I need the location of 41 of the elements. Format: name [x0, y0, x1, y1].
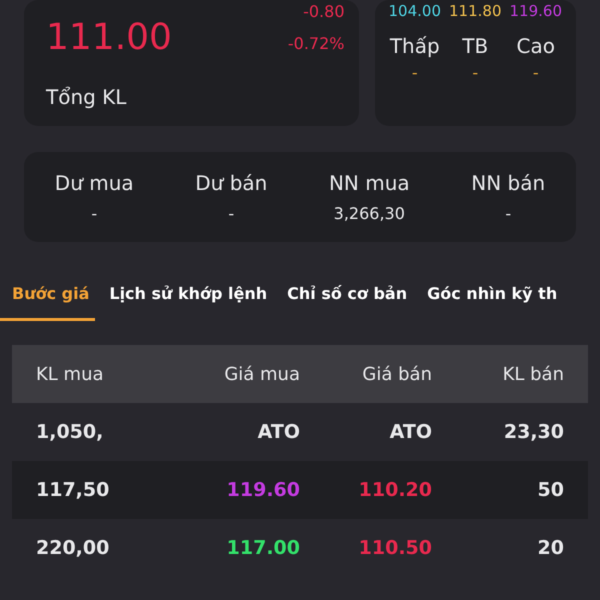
range-label: Cao: [516, 32, 555, 60]
range-value: 104.00: [388, 1, 442, 22]
summary-value: 3,266,30: [334, 203, 405, 225]
range-label: Thấp: [390, 32, 440, 60]
tab[interactable]: Chỉ số cơ bản: [281, 272, 414, 321]
column-header: Giá bán: [361, 362, 432, 386]
tab[interactable]: Bước giá: [0, 272, 96, 321]
range-value: 119.60: [508, 1, 563, 22]
column-header: KL mua: [36, 362, 105, 386]
table-cell-text: 220,00: [36, 536, 110, 561]
summary-value: -: [505, 203, 512, 225]
table-cell-text: 1,050,: [36, 420, 104, 445]
table-cell-text: 23,30: [502, 420, 564, 445]
tab[interactable]: Lịch sử khớp lệnh: [103, 272, 274, 321]
column-header: KL bán: [502, 362, 564, 386]
summary-label: Dư bán: [195, 170, 268, 197]
summary-label: NN mua: [328, 170, 410, 197]
column-header: Giá mua: [223, 362, 300, 386]
table-cell-text: 119.60: [226, 478, 300, 503]
table-cell-text: ATO: [388, 420, 432, 445]
tab[interactable]: Góc nhìn kỹ th: [421, 272, 564, 321]
table-cell-text: 117,50: [36, 478, 110, 503]
range-value: 111.80: [448, 1, 502, 22]
table-cell-text: 110.20: [358, 478, 432, 503]
table-cell-text: 20: [536, 536, 564, 561]
summary-value: -: [91, 203, 98, 225]
table-cell-text: 50: [536, 478, 564, 503]
range-reading: -: [532, 62, 539, 84]
range-reading: -: [472, 62, 478, 84]
summary-value: -: [228, 203, 234, 225]
table-cell-text: ATO: [256, 420, 300, 445]
table-cell-text: 117.00: [226, 536, 300, 561]
table-cell-text: 110.50: [358, 536, 432, 561]
price: 111.00: [46, 20, 172, 56]
summary-label: Dư mua: [54, 170, 134, 197]
price-change-percent: -0.72%: [288, 33, 344, 55]
range-reading: -: [412, 62, 418, 84]
summary-label: NN bán: [471, 170, 546, 197]
price-change: -0.80: [303, 1, 344, 23]
total-volume-label: Tổng KL: [46, 84, 128, 111]
range-label: TB: [462, 32, 488, 60]
